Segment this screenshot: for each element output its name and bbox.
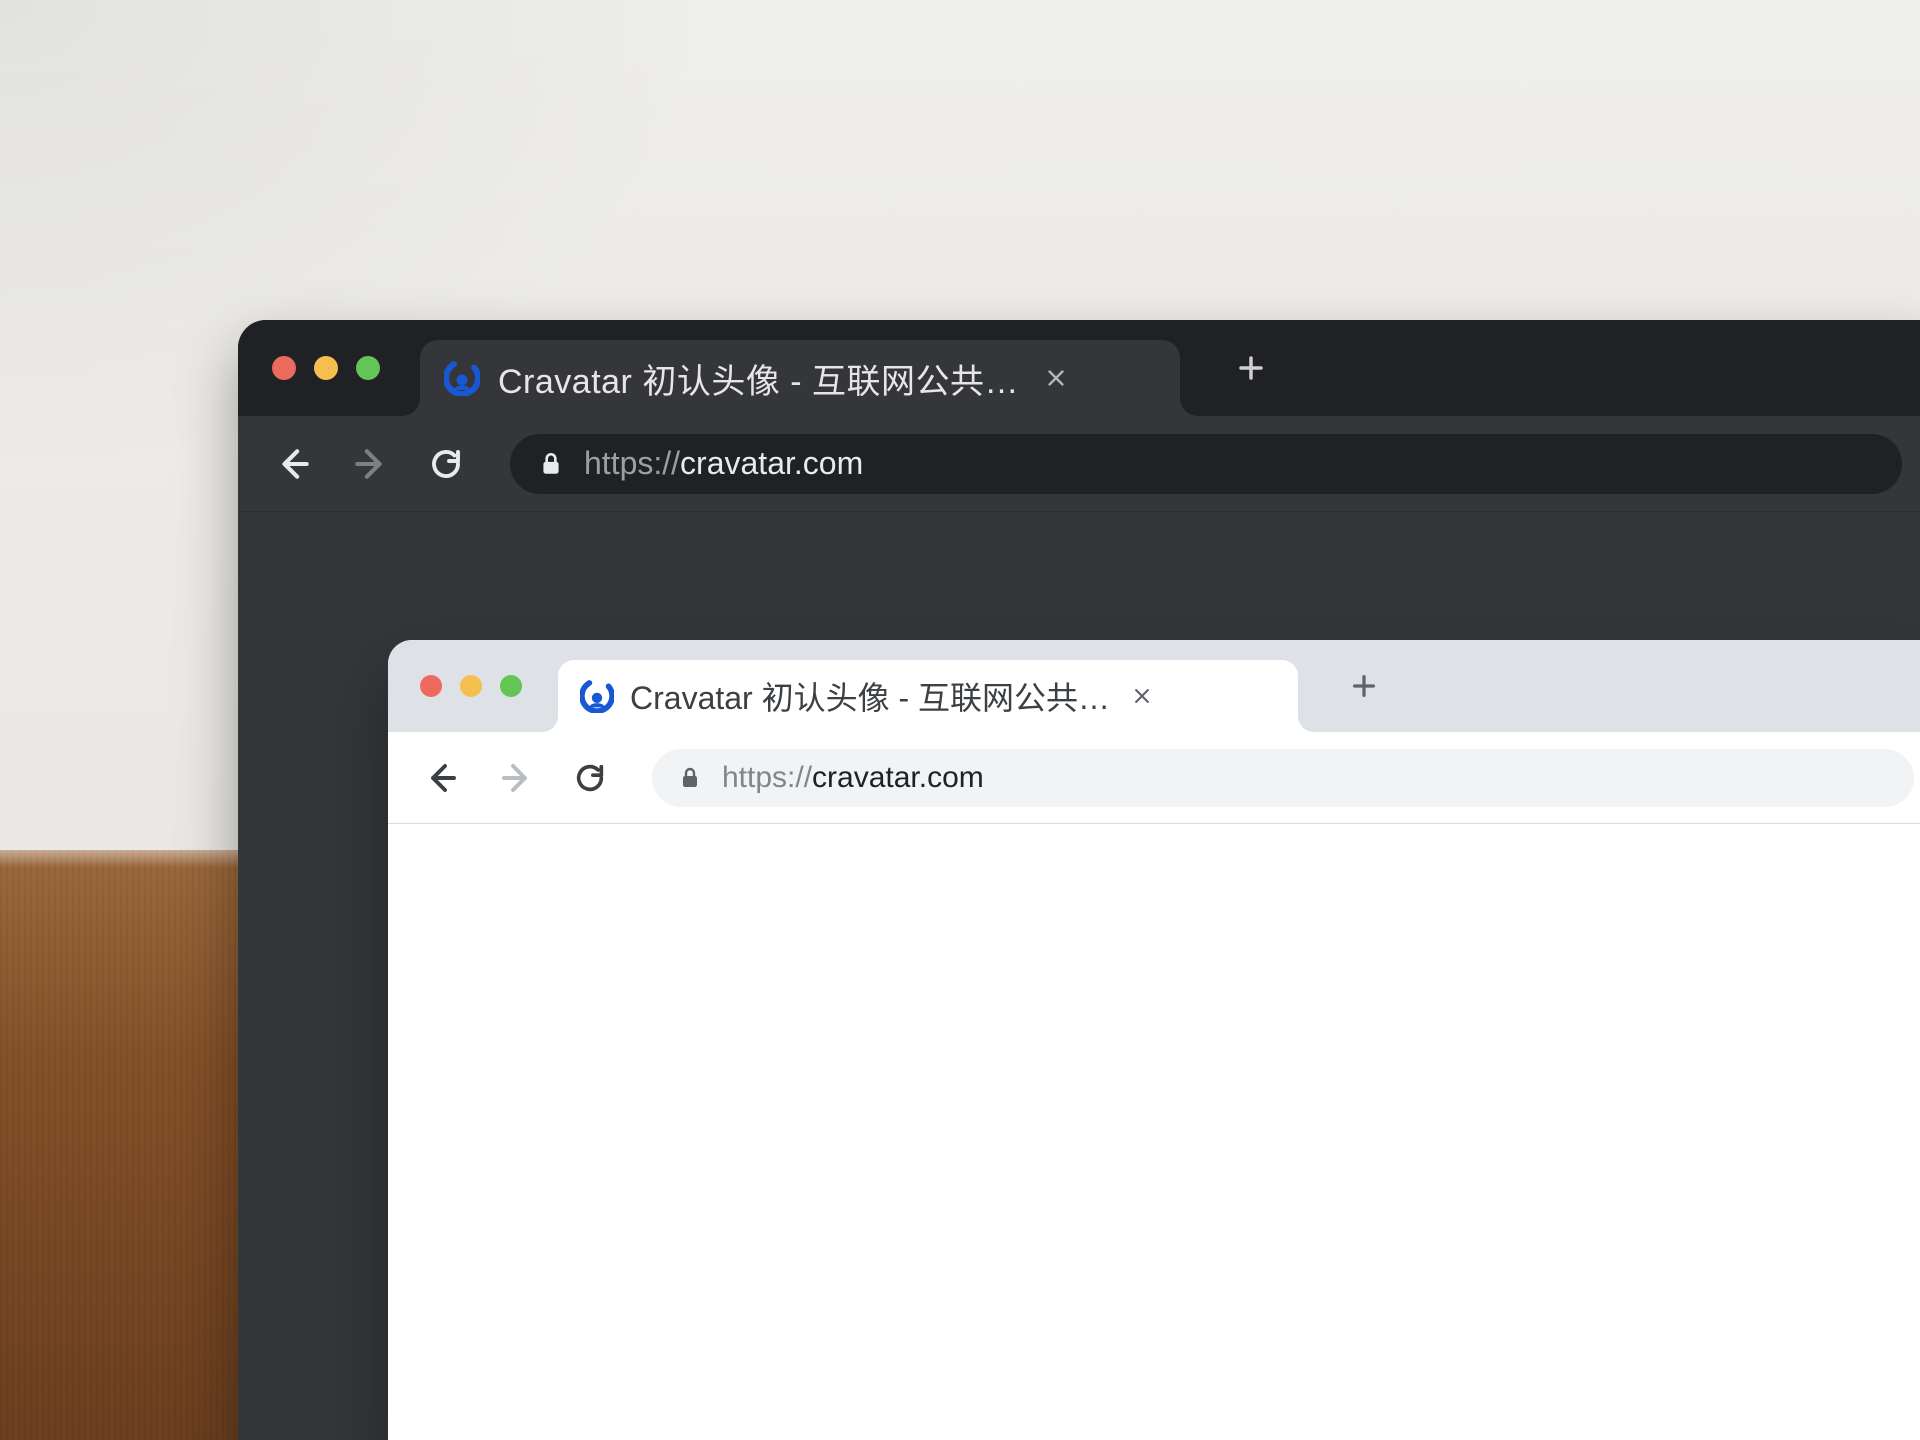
titlebar-light: Cravatar 初认头像 - 互联网公共… [388,640,1920,732]
new-tab-button[interactable] [1236,353,1266,383]
favicon-icon [444,360,480,396]
tab-close-button[interactable] [1045,367,1067,389]
window-zoom-button[interactable] [356,356,380,380]
desktop-background: Cravatar 初认头像 - 互联网公共… [0,0,1920,1440]
tabstrip-dark: Cravatar 初认头像 - 互联网公共… [420,320,1266,416]
window-minimize-button[interactable] [460,675,482,697]
browser-tab-active-light[interactable]: Cravatar 初认头像 - 互联网公共… [558,660,1298,732]
window-close-button[interactable] [420,675,442,697]
url-host: cravatar.com [680,445,863,481]
reload-button[interactable] [426,444,466,484]
url-scheme: https:// [722,761,812,794]
address-bar-dark[interactable]: https://cravatar.com [510,434,1902,494]
address-url: https://cravatar.com [722,761,984,795]
window-minimize-button[interactable] [314,356,338,380]
titlebar-dark: Cravatar 初认头像 - 互联网公共… [238,320,1920,416]
browser-tab-active-dark[interactable]: Cravatar 初认头像 - 互联网公共… [420,340,1180,416]
tab-close-button[interactable] [1132,686,1152,706]
favicon-icon [580,679,614,713]
window-close-button[interactable] [272,356,296,380]
url-scheme: https:// [584,445,680,481]
lock-icon [678,766,702,790]
address-url: https://cravatar.com [584,445,863,482]
page-viewport [388,824,1920,1440]
browser-window-light: Cravatar 初认头像 - 互联网公共… [388,640,1920,1440]
lock-icon [538,451,564,477]
forward-button[interactable] [496,758,536,798]
toolbar-dark: https://cravatar.com [238,416,1920,512]
window-zoom-button[interactable] [500,675,522,697]
window-controls-dark [272,356,380,380]
forward-button[interactable] [350,444,390,484]
reload-button[interactable] [570,758,610,798]
back-button[interactable] [422,758,462,798]
tab-title: Cravatar 初认头像 - 互联网公共… [630,673,1110,719]
address-bar-light[interactable]: https://cravatar.com [652,749,1914,807]
url-host: cravatar.com [812,761,984,794]
toolbar-light: https://cravatar.com [388,732,1920,824]
back-button[interactable] [274,444,314,484]
window-controls-light [420,675,522,697]
tab-title: Cravatar 初认头像 - 互联网公共… [498,354,1019,403]
tabstrip-light: Cravatar 初认头像 - 互联网公共… [558,640,1378,732]
new-tab-button[interactable] [1350,672,1378,700]
